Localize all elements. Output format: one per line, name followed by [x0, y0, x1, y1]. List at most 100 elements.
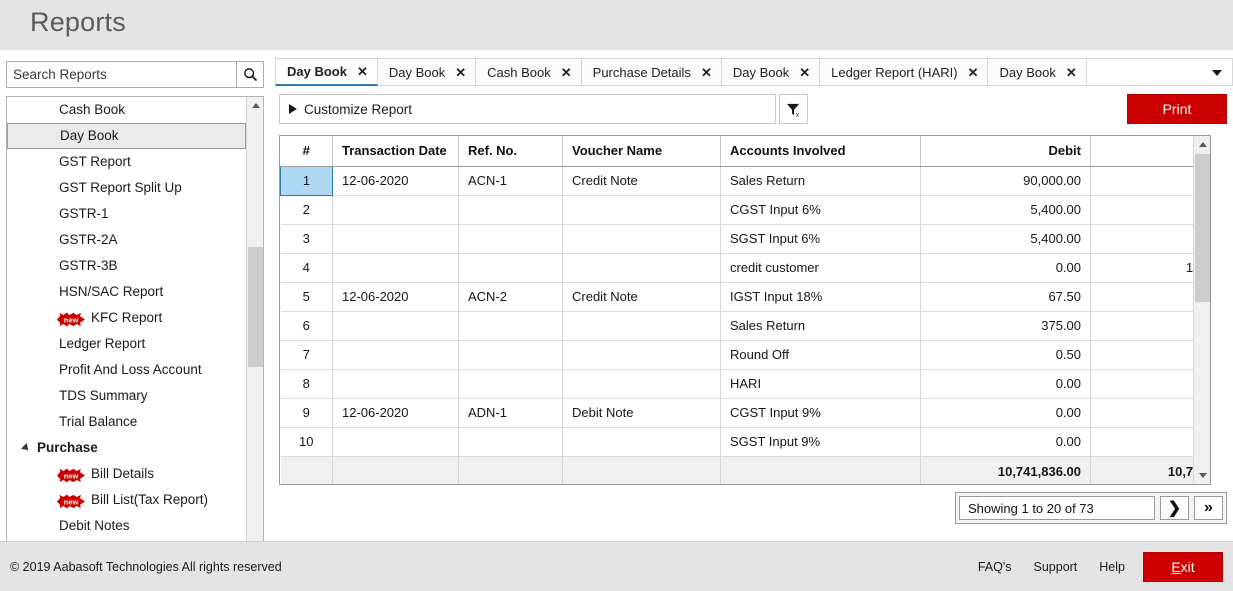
last-page-button[interactable]: »: [1194, 496, 1223, 520]
tab-overflow-dropdown[interactable]: [1086, 58, 1233, 86]
exit-label-rest: xit: [1180, 559, 1195, 575]
clear-filter-button[interactable]: x: [779, 94, 808, 124]
cell-credit: 9.00: [1090, 398, 1193, 428]
new-badge-icon: new: [57, 312, 85, 327]
cell-credit: 0.00: [1090, 224, 1193, 254]
sidebar-scroll-thumb[interactable]: [248, 247, 263, 367]
app-footer: © 2019 Aabasoft Technologies All rights …: [0, 541, 1233, 591]
table-totals-row: 10,741,836.0010,741,361.00: [280, 455, 1193, 484]
search-icon[interactable]: [236, 62, 263, 87]
customize-report-toggle[interactable]: Customize Report: [279, 94, 776, 124]
exit-button[interactable]: Exit: [1143, 552, 1223, 582]
row-index: 3: [280, 224, 333, 254]
sidebar-item-debit-notes[interactable]: Debit Notes: [7, 513, 246, 539]
sidebar-item-trial-balance[interactable]: Trial Balance: [7, 409, 246, 435]
tab-close-icon[interactable]: ✕: [701, 66, 712, 79]
tab-close-icon[interactable]: ✕: [455, 66, 466, 79]
tab-close-icon[interactable]: ✕: [968, 66, 979, 79]
table-row[interactable]: 8 HARI0.00443.00: [280, 369, 1193, 399]
table-row[interactable]: 7 Round Off0.500.00: [280, 340, 1193, 370]
cell-credit: 0.00: [1090, 311, 1193, 341]
cell-debit: 0.00: [920, 253, 1091, 283]
report-table: # Transaction Date Ref. No. Voucher Name Acc…: [280, 136, 1193, 484]
sidebar-item-bill-list-tax-report[interactable]: new Bill List(Tax Report): [7, 487, 246, 513]
tab-day-book[interactable]: Day Book ✕: [721, 58, 821, 86]
table-row[interactable]: 10 SGST Input 9%0.009.00: [280, 427, 1193, 457]
customize-report-label: Customize Report: [304, 101, 413, 117]
sidebar-item-gstr-3b[interactable]: GSTR-3B: [7, 253, 246, 279]
table-row[interactable]: 4 credit customer0.00100,800.00: [280, 253, 1193, 283]
sidebar-item-day-book[interactable]: Day Book: [7, 123, 246, 149]
tab-close-icon[interactable]: ✕: [799, 66, 810, 79]
tab-close-icon[interactable]: ✕: [1066, 66, 1077, 79]
footer-link-faq-s[interactable]: FAQ's: [978, 560, 1012, 574]
column-header-[interactable]: #: [280, 136, 333, 167]
clear-filter-icon: x: [786, 103, 800, 118]
table-row[interactable]: 9 12-06-2020 ADN-1 Debit Note CGST Input 9% 0…: [280, 398, 1193, 428]
column-header-ref-no[interactable]: Ref. No.: [458, 136, 563, 167]
column-header-credit[interactable]: Credit: [1090, 136, 1193, 167]
table-row[interactable]: 1 12-06-2020 ACN-1 Credit Note Sales Return 9…: [280, 165, 1193, 196]
cell-accounts-involved: Round Off: [720, 340, 921, 370]
row-index: 2: [280, 195, 333, 225]
pagination-status: Showing 1 to 20 of 73: [959, 496, 1155, 520]
sidebar-item-hsn-sac-report[interactable]: HSN/SAC Report: [7, 279, 246, 305]
cell-transaction-date: 12-06-2020: [332, 166, 459, 196]
column-header-transaction-date[interactable]: Transaction Date: [332, 136, 459, 167]
cell-ref-no: [458, 195, 563, 225]
tab-close-icon[interactable]: ✕: [357, 65, 368, 78]
cell-voucher-name: [562, 340, 721, 370]
cell-voucher-name: Credit Note: [562, 282, 721, 312]
report-grid: # Transaction Date Ref. No. Voucher Name Acc…: [279, 135, 1211, 485]
cell-debit: 67.50: [920, 282, 1091, 312]
sidebar-item-gstr-2a[interactable]: GSTR-2A: [7, 227, 246, 253]
print-button[interactable]: Print: [1127, 94, 1227, 124]
footer-link-support[interactable]: Support: [1034, 560, 1078, 574]
sidebar-item-label: Cash Book: [59, 102, 126, 117]
row-index: 6: [280, 311, 333, 341]
tab-label: Purchase Details: [592, 64, 691, 80]
sidebar-item-profit-and-loss-account[interactable]: Profit And Loss Account: [7, 357, 246, 383]
grid-scroll-down-icon[interactable]: [1194, 467, 1210, 484]
tab-label: Ledger Report (HARI): [831, 64, 958, 80]
table-row[interactable]: 6 Sales Return375.000.00: [280, 311, 1193, 341]
tab-cash-book[interactable]: Cash Book ✕: [476, 58, 582, 86]
sidebar-item-label: HSN/SAC Report: [59, 284, 164, 299]
column-header-accounts-involved[interactable]: Accounts Involved: [720, 136, 921, 167]
tab-ledger-report-hari[interactable]: Ledger Report (HARI) ✕: [820, 58, 989, 86]
tab-day-book[interactable]: Day Book ✕: [275, 58, 378, 86]
grid-scroll-thumb[interactable]: [1195, 154, 1210, 302]
table-row[interactable]: 2 CGST Input 6%5,400.000.00: [280, 195, 1193, 225]
cell-debit: 0.00: [920, 369, 1091, 399]
sidebar-item-tds-summary[interactable]: TDS Summary: [7, 383, 246, 409]
tab-label: Day Book: [388, 64, 446, 80]
sidebar-item-gst-report-split-up[interactable]: GST Report Split Up: [7, 175, 246, 201]
group-collapse-icon[interactable]: [21, 443, 31, 453]
sidebar-scrollbar[interactable]: [246, 97, 263, 583]
tab-purchase-details[interactable]: Purchase Details ✕: [581, 58, 722, 86]
search-input[interactable]: [7, 62, 236, 87]
column-header-debit[interactable]: Debit: [920, 136, 1091, 167]
sidebar-item-label: TDS Summary: [59, 388, 148, 403]
grid-scroll-up-icon[interactable]: [1194, 136, 1210, 153]
new-badge-icon: new: [57, 494, 85, 509]
table-row[interactable]: 5 12-06-2020 ACN-2 Credit Note IGST Input 18…: [280, 282, 1193, 312]
scroll-up-icon[interactable]: [247, 97, 263, 114]
sidebar-item-ledger-report[interactable]: Ledger Report: [7, 331, 246, 357]
next-page-button[interactable]: ❯: [1160, 496, 1189, 520]
tab-day-book[interactable]: Day Book ✕: [988, 58, 1087, 86]
tab-close-icon[interactable]: ✕: [561, 66, 572, 79]
cell-ref-no: [458, 253, 563, 283]
sidebar-item-cash-book[interactable]: Cash Book: [7, 97, 246, 123]
window-titlebar: Reports: [0, 0, 1233, 50]
sidebar-item-gst-report[interactable]: GST Report: [7, 149, 246, 175]
sidebar-item-purchase[interactable]: Purchase: [7, 435, 246, 461]
column-header-voucher-name[interactable]: Voucher Name: [562, 136, 721, 167]
sidebar-item-gstr-1[interactable]: GSTR-1: [7, 201, 246, 227]
tab-day-book[interactable]: Day Book ✕: [377, 58, 477, 86]
grid-scrollbar[interactable]: [1193, 136, 1210, 484]
footer-link-help[interactable]: Help: [1099, 560, 1125, 574]
table-row[interactable]: 3 SGST Input 6%5,400.000.00: [280, 224, 1193, 254]
sidebar-item-kfc-report[interactable]: new KFC Report: [7, 305, 246, 331]
sidebar-item-bill-details[interactable]: new Bill Details: [7, 461, 246, 487]
